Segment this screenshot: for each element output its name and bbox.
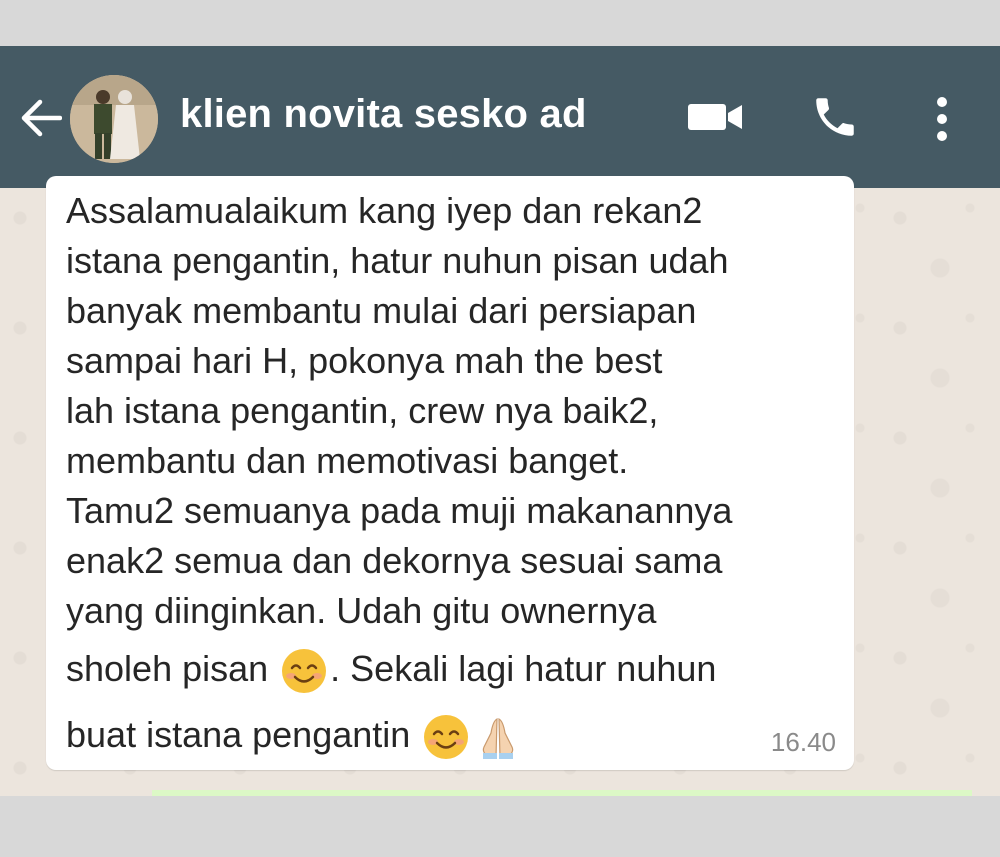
- message-line: Tamu2 semuanya pada muji makanannya: [66, 490, 733, 531]
- video-call-icon[interactable]: [688, 100, 744, 134]
- smiling-face-emoji: [424, 715, 469, 760]
- message-line: sampai hari H, pokonya mah the best: [66, 340, 663, 381]
- message-line: yang diinginkan. Udah gitu ownernya: [66, 590, 657, 631]
- message-timestamp: 16.40: [770, 727, 836, 757]
- message-fragment: buat istana pengantin: [66, 714, 421, 755]
- message-line: istana pengantin, hatur nuhun pisan udah: [66, 240, 729, 281]
- message-line: lah istana pengantin, crew nya baik2,: [66, 390, 659, 431]
- contact-name[interactable]: klien novita sesko ad: [180, 92, 587, 137]
- bottom-frame: [0, 796, 1000, 857]
- chat-header: klien novita sesko ad: [0, 46, 1000, 188]
- message-line: banyak membantu mulai dari persiapan: [66, 290, 697, 331]
- folded-hands-emoji: [483, 718, 514, 760]
- incoming-message-bubble[interactable]: Assalamualaikum kang iyep dan rekan2 ist…: [46, 176, 854, 770]
- arrow-left-icon[interactable]: [18, 98, 62, 138]
- message-text: Assalamualaikum kang iyep dan rekan2 ist…: [66, 186, 836, 768]
- message-line: buat istana pengantin: [66, 702, 836, 768]
- avatar[interactable]: [70, 75, 158, 163]
- message-line: Assalamualaikum kang iyep dan rekan2: [66, 190, 703, 231]
- message-line: membantu dan memotivasi banget.: [66, 440, 629, 481]
- message-fragment: sholeh pisan: [66, 648, 279, 689]
- message-line: sholeh pisan . Sekali lagi hatur nuhun: [66, 636, 836, 702]
- phone-icon[interactable]: [810, 92, 860, 142]
- message-line: enak2 semua dan dekornya sesuai sama: [66, 540, 723, 581]
- more-vert-icon[interactable]: [930, 94, 954, 144]
- smiling-face-emoji: [282, 649, 327, 694]
- message-fragment: . Sekali lagi hatur nuhun: [330, 648, 717, 689]
